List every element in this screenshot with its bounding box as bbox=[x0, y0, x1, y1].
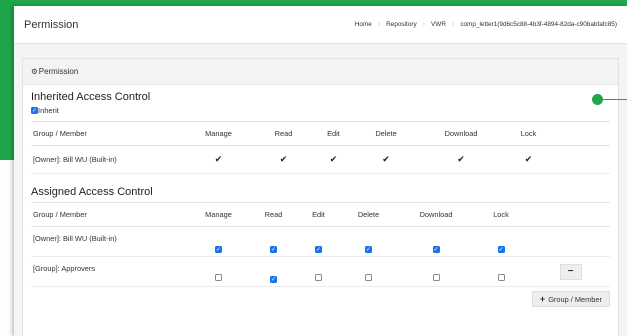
assigned-header-row: Group / Member Manage Read Edit Delete D… bbox=[31, 202, 610, 227]
inherit-toggle[interactable]: Inherit bbox=[31, 106, 610, 115]
perm-manage-checkbox[interactable] bbox=[215, 246, 222, 253]
col-delete: Delete bbox=[336, 202, 401, 227]
plus-icon: + bbox=[539, 294, 546, 304]
check-icon: ✔ bbox=[457, 154, 465, 165]
inherited-table: Group / Member Manage Read Edit Delete D… bbox=[31, 121, 610, 174]
panel-header: ⚙ Permission bbox=[23, 59, 618, 85]
breadcrumb-home[interactable]: Home bbox=[355, 21, 372, 28]
breadcrumb-vwr[interactable]: VWR bbox=[431, 21, 446, 28]
check-icon: ✔ bbox=[524, 154, 533, 165]
col-manage: Manage bbox=[191, 121, 246, 146]
col-edit: Edit bbox=[321, 121, 346, 146]
perm-delete-checkbox[interactable] bbox=[365, 274, 372, 281]
assigned-section-title: Assigned Access Control bbox=[31, 186, 153, 198]
col-download: Download bbox=[426, 121, 496, 146]
col-actions bbox=[531, 202, 610, 227]
perm-download-checkbox[interactable] bbox=[432, 274, 440, 281]
member-name: [Group]: Approvers bbox=[31, 256, 191, 287]
col-read: Read bbox=[246, 202, 301, 227]
table-row: [Owner]: Bill WU (Built-in) bbox=[31, 226, 610, 257]
perm-edit-checkbox[interactable] bbox=[315, 246, 322, 253]
permission-window: Permission Home › Repository › VWR › com… bbox=[14, 6, 627, 336]
panel-title: Permission bbox=[38, 67, 79, 76]
check-icon: ✔ bbox=[329, 154, 338, 165]
col-group-member: Group / Member bbox=[31, 121, 191, 146]
add-group-member-button[interactable]: + Group / Member bbox=[531, 291, 610, 307]
perm-read-checkbox[interactable] bbox=[270, 276, 277, 283]
col-group-member: Group / Member bbox=[31, 202, 191, 227]
perm-edit-checkbox[interactable] bbox=[315, 274, 322, 281]
breadcrumb: Home › Repository › VWR › comp_letter1(9… bbox=[355, 21, 617, 28]
inherit-checkbox[interactable] bbox=[31, 107, 38, 114]
panel-body: Inherited Access Control Inherit Group /… bbox=[23, 85, 618, 307]
table-row: [Owner]: Bill WU (Built-in) ✔ ✔ ✔ ✔ ✔ ✔ bbox=[31, 145, 610, 174]
check-icon: ✔ bbox=[382, 154, 390, 165]
perm-read: ✔ bbox=[246, 145, 321, 174]
perm-read-checkbox[interactable] bbox=[270, 246, 277, 253]
check-icon: ✔ bbox=[279, 154, 288, 165]
chevron-right-icon: › bbox=[422, 21, 426, 28]
gear-icon: ⚙ bbox=[31, 67, 38, 76]
remove-member-button[interactable]: − bbox=[559, 263, 582, 280]
perm-edit: ✔ bbox=[321, 145, 346, 174]
check-icon: ✔ bbox=[214, 154, 223, 165]
perm-lock-checkbox[interactable] bbox=[497, 274, 505, 281]
col-edit: Edit bbox=[301, 202, 336, 227]
perm-manage-checkbox[interactable] bbox=[215, 274, 222, 281]
perm-manage: ✔ bbox=[191, 145, 246, 174]
content-area: ⚙ Permission Inherited Access Control In… bbox=[14, 44, 627, 336]
perm-download-checkbox[interactable] bbox=[432, 246, 440, 253]
perm-lock: ✔ bbox=[496, 145, 561, 174]
chevron-right-icon: › bbox=[451, 21, 455, 28]
perm-download: ✔ bbox=[426, 145, 496, 174]
member-name: [Owner]: Bill WU (Built-in) bbox=[31, 145, 191, 174]
annotation-dot bbox=[592, 94, 603, 105]
app-header: Permission Home › Repository › VWR › com… bbox=[14, 6, 627, 44]
minus-icon: − bbox=[567, 266, 574, 277]
inherit-label: Inherit bbox=[38, 106, 59, 115]
perm-delete-checkbox[interactable] bbox=[365, 246, 372, 253]
annotation-marker bbox=[592, 94, 627, 105]
perm-delete: ✔ bbox=[346, 145, 426, 174]
col-download: Download bbox=[401, 202, 471, 227]
add-button-label: Group / Member bbox=[548, 294, 602, 304]
table-row: [Group]: Approvers − bbox=[31, 256, 610, 287]
permission-panel: ⚙ Permission Inherited Access Control In… bbox=[22, 58, 619, 336]
breadcrumb-repository[interactable]: Repository bbox=[386, 21, 417, 28]
col-delete: Delete bbox=[346, 121, 426, 146]
breadcrumb-current: comp_letter1(9d6c5c88-4b3f-4894-82da-c90… bbox=[460, 21, 617, 28]
col-read: Read bbox=[246, 121, 321, 146]
assigned-table: Group / Member Manage Read Edit Delete D… bbox=[31, 202, 610, 287]
member-name: [Owner]: Bill WU (Built-in) bbox=[31, 226, 191, 257]
col-lock: Lock bbox=[471, 202, 531, 227]
col-manage: Manage bbox=[191, 202, 246, 227]
perm-lock-checkbox[interactable] bbox=[497, 246, 505, 253]
inherited-section-title: Inherited Access Control bbox=[31, 91, 151, 103]
col-lock: Lock bbox=[496, 121, 561, 146]
annotation-line bbox=[600, 99, 627, 100]
inherited-header-row: Group / Member Manage Read Edit Delete D… bbox=[31, 121, 610, 146]
page-title: Permission bbox=[24, 18, 79, 31]
chevron-right-icon: › bbox=[377, 21, 381, 28]
col-spacer bbox=[561, 121, 610, 146]
